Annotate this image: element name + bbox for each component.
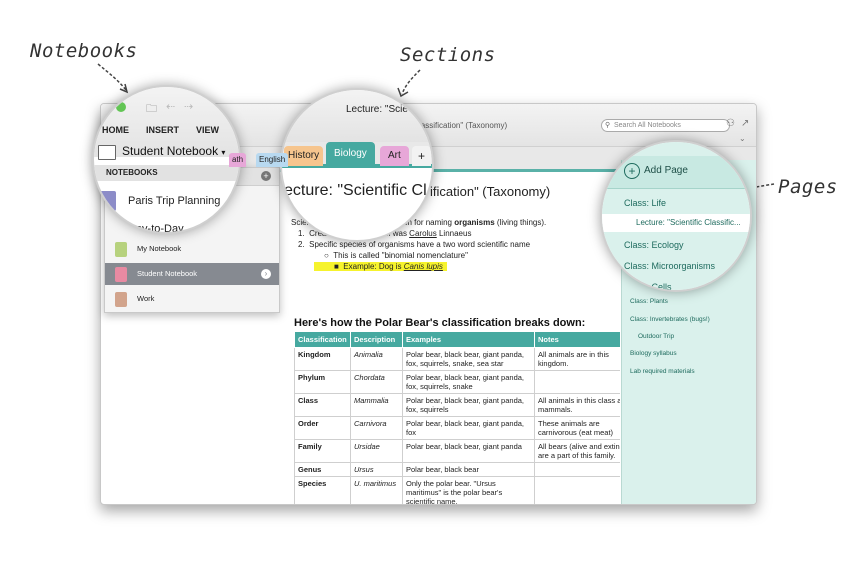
page-item-lecture[interactable]: Lecture: "Scientific Classific...: [636, 218, 741, 227]
table-cell: Only the polar bear. "Ursus maritimus" i…: [402, 476, 535, 504]
folder-icon[interactable]: 🗀: [146, 100, 157, 119]
table-header-cell: Description: [350, 331, 403, 348]
table-row: Phylum Chordata Polar bear, black bear, gi…: [294, 370, 620, 394]
forward-icon[interactable]: ⇢: [184, 100, 193, 113]
ribbon-tab-home[interactable]: HOME: [102, 125, 129, 135]
window-title-zoom: Lecture: "Scie: [346, 104, 408, 115]
page-item-outdoor-trip[interactable]: Outdoor Trip: [638, 333, 674, 340]
tab-math[interactable]: ath: [229, 153, 247, 167]
table-cell: Polar bear, black bear, giant panda: [402, 439, 535, 463]
table-cell: Carnivora: [350, 416, 403, 440]
table-cell: Class: [294, 393, 351, 417]
callout-pages: Pages: [778, 176, 838, 198]
note-line-2: 2. Specific species of organisms have a …: [298, 240, 531, 249]
notebooks-header-zoom: NOTEBOOKS: [94, 165, 239, 181]
page-item-ecology[interactable]: Class: Ecology: [624, 240, 684, 250]
sections-magnifier: Lecture: "Scie History Biology Art + ect…: [280, 88, 434, 242]
tab-history[interactable]: History: [284, 146, 324, 166]
page-item-lab-materials[interactable]: Lab required materials: [630, 368, 695, 375]
page-title-zoom: ecture: "Scientific Cl: [284, 182, 427, 199]
notebook-icon: [115, 267, 127, 282]
table-cell: Ursus: [350, 462, 403, 477]
note-line-4: ■ Example: Dog is Canis lupis: [314, 262, 447, 271]
notebook-selector[interactable]: Student Notebook ▾: [122, 144, 225, 158]
page-title-rest: ification" (Taxonomy): [430, 184, 551, 199]
callout-sections: Sections: [400, 44, 496, 66]
classification-table: Classification Description Examples Notes K…: [294, 331, 620, 504]
table-title: Here's how the Polar Bear's classificati…: [294, 317, 586, 329]
page-item-class-life[interactable]: Class: Life: [624, 198, 666, 208]
chevron-down-icon: ▾: [221, 148, 226, 157]
table-cell: Order: [294, 416, 351, 440]
search-icon: ⚲: [605, 122, 611, 129]
notebook-book-icon: [98, 145, 116, 160]
table-cell: Polar bear, black bear, giant panda, fox…: [402, 393, 535, 417]
table-row: Class Mammalia Polar bear, black bear, gia…: [294, 393, 620, 417]
minimize-window-icon[interactable]: [104, 102, 114, 112]
add-section-button[interactable]: +: [412, 146, 432, 166]
notebook-icon: [100, 191, 116, 211]
table-cell: Mammalia: [350, 393, 403, 417]
table-cell: All animals are in this kingdom.: [534, 347, 620, 371]
notebook-icon: [100, 219, 116, 232]
table-cell: All bears (alive and extinct) are a part…: [534, 439, 620, 463]
table-header-cell: Classification: [294, 331, 351, 348]
table-row: Genus Ursus Polar bear, black bear: [294, 462, 620, 477]
ribbon-tab-insert[interactable]: INSERT: [146, 125, 179, 135]
notebook-item-my-notebook[interactable]: My Notebook: [105, 238, 279, 260]
table-cell: Kingdom: [294, 347, 351, 371]
table-row: Order Carnivora Polar bear, black bear, gi…: [294, 416, 620, 440]
table-row: Species U. maritimus Only the polar bear. …: [294, 476, 620, 504]
back-icon[interactable]: ⇠: [166, 100, 175, 113]
pages-magnifier: + Add Page Class: Life Lecture: "Scienti…: [600, 140, 752, 292]
add-notebook-icon[interactable]: +: [261, 171, 271, 181]
notebooks-magnifier: 🗀 ⇠ ⇢ HOME INSERT VIEW Student Notebook …: [92, 85, 241, 234]
table-cell: Genus: [294, 462, 351, 477]
page-item-microorganisms[interactable]: Class: Microorganisms: [624, 261, 715, 271]
callout-notebooks: Notebooks: [30, 40, 138, 62]
notebook-icon: [115, 292, 127, 307]
table-cell: All animals in this class are mammals.: [534, 393, 620, 417]
notebook-item-work[interactable]: Work: [105, 288, 279, 310]
search-placeholder: Search All Notebooks: [614, 122, 681, 129]
page-item-invertebrates[interactable]: Class: Invertebrates (bugs!): [630, 316, 710, 323]
tab-biology[interactable]: Biology: [326, 142, 375, 166]
table-cell: Ursidae: [350, 439, 403, 463]
table-cell: These animals are carnivorous (eat meat): [534, 416, 620, 440]
table-cell: Polar bear, black bear, giant panda, fox: [402, 416, 535, 440]
table-header-cell: Examples: [402, 331, 535, 348]
table-cell: Polar bear, black bear, giant panda, fox…: [402, 347, 535, 371]
chevron-right-icon[interactable]: ›: [261, 269, 271, 279]
add-page-icon[interactable]: +: [624, 163, 640, 179]
zoom-window-icon[interactable]: [116, 102, 126, 112]
tab-art[interactable]: Art: [380, 146, 409, 166]
table-cell: Phylum: [294, 370, 351, 394]
notebook-item-paris-trip[interactable]: Paris Trip Planning: [128, 195, 220, 207]
note-line-3: ○ This is called "binomial nomenclature": [324, 251, 468, 260]
notebook-icon: [115, 242, 127, 257]
page-item-syllabus[interactable]: Biology syllabus: [630, 350, 677, 357]
table-row: Family Ursidae Polar bear, black bear, gia…: [294, 439, 620, 463]
table-cell: [534, 476, 620, 504]
table-cell: Polar bear, black bear: [402, 462, 535, 477]
page-item-plants[interactable]: Class: Plants: [630, 298, 668, 305]
window-subtitle: lassification" (Taxonomy): [419, 121, 508, 130]
table-cell: Species: [294, 476, 351, 504]
ribbon-tab-view[interactable]: VIEW: [196, 125, 219, 135]
notebook-item-student-notebook[interactable]: Student Notebook ›: [105, 263, 279, 285]
search-input[interactable]: ⚲ Search All Notebooks: [601, 119, 730, 132]
share-icon[interactable]: ⚇: [726, 118, 735, 129]
table-cell: [534, 370, 620, 394]
add-page-button[interactable]: Add Page: [644, 165, 688, 176]
table-row: Kingdom Animalia Polar bear, black bear, g…: [294, 347, 620, 371]
table-cell: Animalia: [350, 347, 403, 371]
expand-icon[interactable]: ↗: [741, 118, 749, 129]
table-cell: U. maritimus: [350, 476, 403, 504]
table-cell: Family: [294, 439, 351, 463]
table-cell: [534, 462, 620, 477]
table-cell: Chordata: [350, 370, 403, 394]
table-cell: Polar bear, black bear, giant panda, fox…: [402, 370, 535, 394]
tab-english[interactable]: English: [256, 153, 289, 167]
table-header-cell: Notes: [534, 331, 620, 348]
